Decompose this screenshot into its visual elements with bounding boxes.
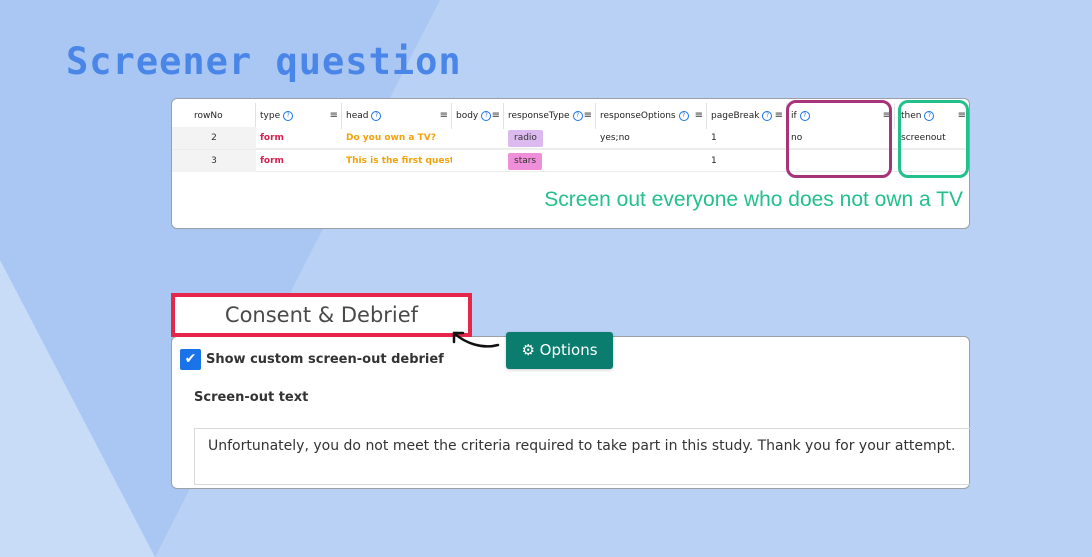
column-menu-icon[interactable]: ≡: [584, 103, 592, 129]
annotation-text: Screen out everyone who does not own a T…: [544, 188, 963, 211]
help-icon[interactable]: ?: [678, 110, 689, 121]
cell-responsetype[interactable]: radio: [504, 127, 596, 149]
if-column-highlight: [786, 100, 892, 178]
options-label: Options: [539, 341, 598, 359]
header-rowno[interactable]: rowNo: [172, 103, 256, 129]
cell-type[interactable]: form: [256, 127, 342, 149]
cell-type[interactable]: form: [256, 150, 342, 172]
column-menu-icon[interactable]: ≡: [330, 103, 338, 129]
column-menu-icon[interactable]: ≡: [695, 103, 703, 129]
screenout-textarea[interactable]: Unfortunately, you do not meet the crite…: [194, 428, 970, 485]
cell-pagebreak[interactable]: 1: [707, 127, 787, 149]
help-icon[interactable]: ?: [481, 110, 492, 121]
row-number: 3: [172, 150, 256, 172]
response-type-tag: stars: [508, 153, 543, 170]
column-menu-icon[interactable]: ≡: [775, 103, 783, 129]
cell-head[interactable]: Do you own a TV?: [342, 127, 452, 149]
then-column-highlight: [898, 100, 969, 178]
help-icon[interactable]: ?: [371, 110, 382, 121]
gear-icon: ⚙: [521, 341, 535, 359]
cell-responseoptions[interactable]: [596, 150, 707, 172]
help-icon[interactable]: ?: [762, 110, 773, 121]
header-pagebreak[interactable]: pageBreak? ≡: [707, 103, 787, 129]
column-menu-icon[interactable]: ≡: [440, 103, 448, 129]
screenout-text-label: Screen-out text: [194, 390, 309, 405]
checkbox-label[interactable]: Show custom screen-out debrief: [206, 349, 444, 370]
cell-responsetype[interactable]: stars: [504, 150, 596, 172]
header-head[interactable]: head? ≡: [342, 103, 452, 129]
consent-debrief-tab[interactable]: Consent & Debrief: [171, 293, 472, 337]
row-number: 2: [172, 127, 256, 149]
cell-responseoptions[interactable]: yes;no: [596, 127, 707, 149]
cell-body[interactable]: [452, 150, 504, 172]
response-type-tag: radio: [508, 130, 543, 147]
cell-pagebreak[interactable]: 1: [707, 150, 787, 172]
cell-body[interactable]: [452, 127, 504, 149]
header-type[interactable]: type? ≡: [256, 103, 342, 129]
screenout-debrief-checkbox[interactable]: ✔: [180, 349, 201, 370]
help-icon[interactable]: ?: [283, 110, 294, 121]
help-icon[interactable]: ?: [572, 110, 583, 121]
header-body[interactable]: body? ≡: [452, 103, 504, 129]
options-button[interactable]: ⚙ Options: [506, 332, 613, 369]
page-title: Screener question: [66, 40, 462, 83]
arrow-icon: [452, 331, 500, 348]
header-responseoptions[interactable]: responseOptions? ≡: [596, 103, 707, 129]
sheet-panel: rowNo type? ≡ head? ≡ body? ≡ responseType?…: [171, 98, 970, 229]
cell-head[interactable]: This is the first questio: [342, 150, 452, 172]
header-responsetype[interactable]: responseType? ≡: [504, 103, 596, 129]
column-menu-icon[interactable]: ≡: [492, 103, 500, 129]
